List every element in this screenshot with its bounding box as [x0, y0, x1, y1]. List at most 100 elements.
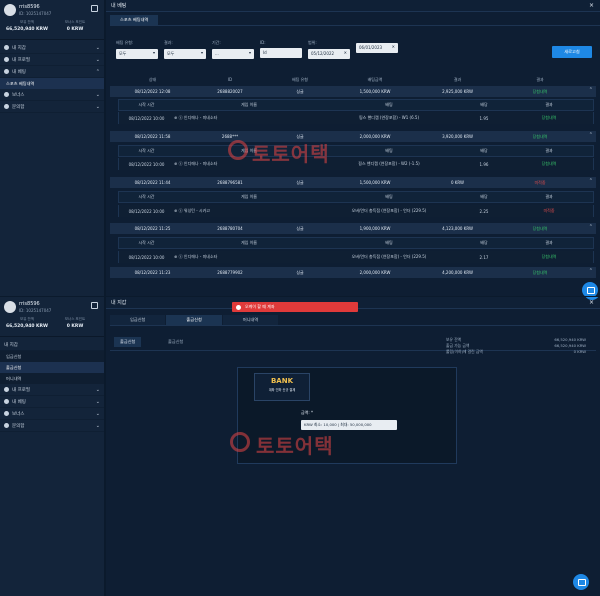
filter-result: 결과: 모두 ▾: [164, 40, 206, 59]
sidebar-item-inbox[interactable]: 문의함 ⌄: [0, 101, 104, 113]
detail-row: 08/12/2022 10:00 ⊕ ⓢ 인디애나 - 미네소타 핑스 핸디캡 …: [118, 158, 594, 170]
sidebar-subitem-money-history[interactable]: 머니내역: [0, 373, 104, 384]
tab-money-history[interactable]: 머니내역: [222, 315, 279, 325]
chevron-up-icon[interactable]: ⌃: [589, 178, 593, 184]
chevron-up-icon[interactable]: ⌃: [589, 132, 593, 138]
sidebar-item-wallet[interactable]: 내 지갑: [0, 339, 104, 351]
logout-icon[interactable]: [91, 302, 98, 309]
table-row[interactable]: 08/12/2022 12:08 2688820027 싱글 1,500,000…: [110, 86, 596, 97]
sidebar-item-inbox[interactable]: 문의함 ⌄: [0, 420, 104, 432]
watermark-target-icon: [228, 140, 248, 160]
close-icon[interactable]: ×: [589, 2, 594, 9]
col-status: 상태: [148, 76, 157, 82]
detail-col-result: 결과: [545, 194, 553, 199]
chevron-down-icon: ⌄: [95, 411, 100, 417]
table-row[interactable]: 08/12/2022 11:58 2688*** 싱글 2,000,000 KR…: [110, 131, 596, 142]
sidebar-item-bets[interactable]: 내 베팅 ⌄: [0, 396, 104, 408]
balance-label: 보유 잔액: [20, 317, 34, 321]
tab-withdraw[interactable]: 출금신청: [166, 315, 222, 325]
detail-result: 당첨내역: [541, 161, 557, 166]
id-input[interactable]: Id: [260, 48, 302, 58]
chat-icon[interactable]: [573, 574, 589, 590]
balance-label: 보유 잔액: [20, 20, 34, 24]
bank-logo-text: BANK: [270, 377, 294, 385]
bank-method-option[interactable]: BANK 계좌 인하 신규 결제: [254, 373, 310, 401]
result-select[interactable]: 모두 ▾: [164, 49, 206, 59]
filter-bet-type: 배팅 유형: 모두 ▾: [116, 40, 158, 59]
gift-icon: [4, 411, 9, 416]
sidebar-item-profile[interactable]: 내 프로필 ⌄: [0, 384, 104, 396]
refresh-button[interactable]: 새로고침: [552, 46, 592, 58]
detail-start: 08/12/2022 10:00: [128, 161, 165, 167]
chevron-up-icon[interactable]: ⌃: [589, 224, 593, 230]
range-start-input[interactable]: 05/12/2022 ✕: [308, 49, 350, 59]
sidebar-item-profile[interactable]: 내 프로필 ⌄: [0, 54, 104, 66]
table-row[interactable]: 08/12/2022 11:44 2688796581 싱글 1,500,000…: [110, 177, 596, 188]
col-id: ID: [227, 77, 233, 82]
logout-icon[interactable]: [91, 5, 98, 12]
tab-deposit[interactable]: 입금신청: [110, 315, 166, 325]
balance-value: 66,520,940 KRW: [6, 324, 48, 329]
subtab-withdraw[interactable]: 출금신청: [114, 337, 142, 347]
sidebar-item-bets[interactable]: 내 베팅 ⌃: [0, 66, 104, 78]
bet-payout: 4,123,000 KRW: [442, 226, 473, 231]
col-payout: 결과: [453, 76, 462, 82]
table-row[interactable]: 08/12/2022 11:23 2688779902 싱글 2,000,000…: [110, 267, 596, 278]
page-title: 내 지갑: [111, 300, 127, 306]
filter-period: 기간: ... ▾: [212, 40, 254, 59]
tab-sports-history[interactable]: 스포츠 베팅내역: [110, 15, 159, 25]
filter-label: 결과:: [164, 40, 173, 45]
detail-row: 08/12/2022 10:00 ⊕ ⓢ 인디애나 - 미네소타 핑스 핸디캡 …: [118, 112, 594, 124]
filter-bar: 배팅 유형: 모두 ▾ 결과: 모두 ▾ 기간: ... ▾ ID: Id 범위: 0…: [116, 40, 590, 70]
sidebar-menu: 내 지갑 ⌄ 내 프로필 ⌄ 내 베팅 ⌃ 스포츠 베팅내역 보너스 ⌄ 문의함 ⌄: [0, 42, 104, 113]
sidebar-item-bonus[interactable]: 보너스 ⌄: [0, 89, 104, 101]
col-type: 배팅 유형: [292, 76, 308, 82]
filter-label: 배팅 유형:: [116, 40, 134, 45]
points-label: 보너스 포인트: [64, 317, 86, 321]
detail-col-game: 게임 이름: [241, 194, 257, 199]
toast-message: 오케이 할 때 계좌: [245, 304, 275, 309]
clear-icon[interactable]: ✕: [344, 50, 347, 55]
sidebar-item-wallet[interactable]: 내 지갑 ⌄: [0, 42, 104, 54]
chevron-up-icon[interactable]: ⌃: [589, 268, 593, 274]
sidebar-item-bonus[interactable]: 보너스 ⌄: [0, 408, 104, 420]
detail-col-odds: 배당: [480, 102, 488, 107]
close-icon[interactable]: ×: [589, 299, 594, 306]
sidebar: rris8596 ID: 1025147047 보유 잔액 66,520,940…: [0, 0, 104, 296]
mail-icon: [4, 104, 9, 109]
detail-start: 08/12/2022 10:00: [128, 115, 165, 121]
sidebar-subitem-sports-history[interactable]: 스포츠 베팅내역: [0, 78, 104, 89]
chevron-down-icon: ⌄: [95, 45, 100, 51]
amount-label: 금액: *: [301, 410, 313, 415]
range-end-input[interactable]: 06/01/2023 ✕: [356, 43, 398, 53]
clear-icon[interactable]: ✕: [392, 44, 395, 49]
sidebar-subitem-deposit[interactable]: 입금신청: [0, 351, 104, 362]
detail-col-result: 결과: [545, 148, 553, 153]
detail-result: 당첨내역: [541, 254, 557, 259]
detail-row: 08/12/2022 10:00 ⊕ ⓢ 인디애나 - 미네소타 오버/언더 총…: [118, 251, 594, 263]
avatar[interactable]: [4, 4, 16, 16]
gift-icon: [4, 92, 9, 97]
chevron-up-icon[interactable]: ⌃: [589, 87, 593, 93]
dropdown-icon: ▾: [248, 50, 251, 55]
subtab-withdraw-2[interactable]: 출금신청: [162, 337, 189, 347]
bet-type-select[interactable]: 모두 ▾: [116, 49, 158, 59]
chevron-down-icon: ⌄: [95, 399, 100, 405]
detail-col-result: 결과: [545, 240, 553, 245]
period-select[interactable]: ... ▾: [212, 49, 254, 59]
table-row[interactable]: 08/12/2022 11:25 2688780704 싱글 1,900,000…: [110, 223, 596, 234]
chat-icon[interactable]: [582, 282, 598, 296]
amount-input[interactable]: KRW 최소: 10,000 | 최대: 50,000,000: [301, 420, 397, 430]
detail-odds: 2.25: [479, 208, 489, 214]
detail-start: 08/12/2022 10:00: [128, 254, 165, 260]
chevron-down-icon: ⌄: [95, 104, 100, 110]
avatar[interactable]: [4, 301, 16, 313]
bet-amount: 1,500,000 KRW: [359, 180, 391, 185]
sidebar-item-label: 내 지갑: [12, 45, 26, 51]
balance-value: 66,520,940 KRW: [6, 27, 48, 32]
filter-label: 기간:: [212, 40, 221, 45]
bet-amount: 1,900,000 KRW: [359, 226, 391, 231]
detail-result: 당첨내역: [541, 115, 557, 120]
bet-type: 싱글: [296, 88, 304, 94]
sidebar-subitem-withdraw[interactable]: 출금신청: [0, 362, 104, 373]
